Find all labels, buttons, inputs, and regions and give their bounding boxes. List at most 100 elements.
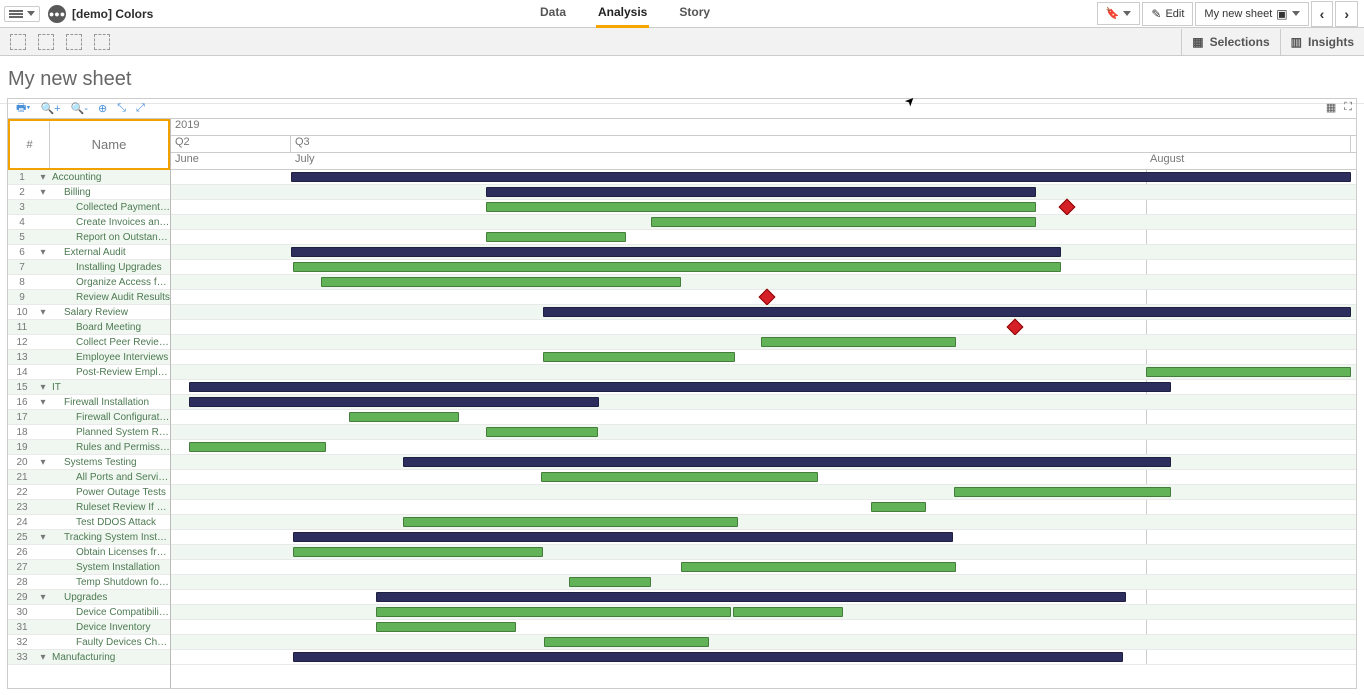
task-bar[interactable]: [651, 217, 1036, 227]
expand-icon[interactable]: ⤡: [117, 102, 126, 115]
task-bar[interactable]: [293, 262, 1061, 272]
task-bar[interactable]: [189, 442, 326, 452]
print-icon[interactable]: 🖶▾: [16, 99, 30, 118]
expand-toggle[interactable]: ▾: [36, 307, 50, 318]
tab-analysis[interactable]: Analysis: [596, 0, 649, 28]
task-row[interactable]: 3Collected Payments Review: [8, 200, 170, 215]
summary-bar[interactable]: [291, 172, 1351, 182]
task-row[interactable]: 2▾Billing: [8, 185, 170, 200]
task-row[interactable]: 15▾IT: [8, 380, 170, 395]
task-row[interactable]: 27System Installation: [8, 560, 170, 575]
clear-sel-icon[interactable]: [94, 34, 110, 50]
task-row[interactable]: 23Ruleset Review If Needed: [8, 500, 170, 515]
summary-bar[interactable]: [293, 652, 1123, 662]
task-bar[interactable]: [293, 547, 543, 557]
task-bar[interactable]: [486, 427, 598, 437]
expand-toggle[interactable]: ▾: [36, 247, 50, 258]
tab-story[interactable]: Story: [677, 0, 712, 28]
task-bar[interactable]: [733, 607, 843, 617]
zoom-in-icon[interactable]: 🔍+: [40, 102, 60, 115]
task-row[interactable]: 22Power Outage Tests: [8, 485, 170, 500]
task-bar[interactable]: [954, 487, 1171, 497]
summary-bar[interactable]: [293, 532, 953, 542]
milestone-diamond[interactable]: [1059, 199, 1076, 216]
task-row[interactable]: 24Test DDOS Attack: [8, 515, 170, 530]
task-bar[interactable]: [1146, 367, 1351, 377]
fullscreen-icon[interactable]: [1344, 101, 1352, 114]
task-row[interactable]: 10▾Salary Review: [8, 305, 170, 320]
expand-toggle[interactable]: ▾: [36, 187, 50, 198]
task-row[interactable]: 12Collect Peer Review Data: [8, 335, 170, 350]
task-bar[interactable]: [486, 202, 1036, 212]
summary-bar[interactable]: [486, 187, 1036, 197]
task-row[interactable]: 30Device Compatibility Review: [8, 605, 170, 620]
expand-toggle[interactable]: ▾: [36, 397, 50, 408]
expand-toggle[interactable]: ▾: [36, 592, 50, 603]
task-row[interactable]: 31Device Inventory: [8, 620, 170, 635]
summary-bar[interactable]: [291, 247, 1061, 257]
step-back-icon[interactable]: [38, 34, 54, 50]
milestone-diamond[interactable]: [1007, 319, 1024, 336]
task-bar[interactable]: [569, 577, 651, 587]
summary-bar[interactable]: [189, 382, 1171, 392]
expand-toggle[interactable]: ▾: [36, 382, 50, 393]
task-row[interactable]: 8Organize Access for External Auditors: [8, 275, 170, 290]
summary-bar[interactable]: [543, 307, 1351, 317]
menu-button[interactable]: [4, 6, 40, 22]
task-bar[interactable]: [349, 412, 459, 422]
task-row[interactable]: 32Faulty Devices Check: [8, 635, 170, 650]
task-row[interactable]: 13Employee Interviews: [8, 350, 170, 365]
task-bar[interactable]: [541, 472, 818, 482]
summary-bar[interactable]: [189, 397, 599, 407]
task-row[interactable]: 21All Ports and Services Test: [8, 470, 170, 485]
expand-toggle[interactable]: ▾: [36, 652, 50, 663]
task-bar[interactable]: [321, 277, 681, 287]
expand-toggle[interactable]: ▾: [36, 532, 50, 543]
next-sheet-button[interactable]: [1335, 1, 1358, 27]
task-row[interactable]: 29▾Upgrades: [8, 590, 170, 605]
task-bar[interactable]: [681, 562, 956, 572]
task-row[interactable]: 16▾Firewall Installation: [8, 395, 170, 410]
edit-button[interactable]: Edit: [1142, 2, 1193, 26]
task-bar[interactable]: [376, 607, 731, 617]
task-bar[interactable]: [376, 622, 516, 632]
task-row[interactable]: 6▾External Audit: [8, 245, 170, 260]
bookmark-button[interactable]: [1097, 2, 1141, 25]
task-row[interactable]: 19Rules and Permissions Audit: [8, 440, 170, 455]
task-row[interactable]: 33▾Manufacturing: [8, 650, 170, 665]
tab-data[interactable]: Data: [538, 0, 568, 28]
task-row[interactable]: 26Obtain Licenses from the Vendor: [8, 545, 170, 560]
task-row[interactable]: 11Board Meeting: [8, 320, 170, 335]
task-row[interactable]: 25▾Tracking System Installation: [8, 530, 170, 545]
summary-bar[interactable]: [376, 592, 1126, 602]
smart-search-icon[interactable]: [10, 34, 26, 50]
collapse-icon[interactable]: ⤢: [136, 102, 145, 115]
task-row[interactable]: 20▾Systems Testing: [8, 455, 170, 470]
insights-button[interactable]: ▥Insights: [1280, 29, 1364, 55]
task-bar[interactable]: [871, 502, 926, 512]
zoom-out-icon[interactable]: 🔍-: [71, 102, 88, 115]
expand-toggle[interactable]: ▾: [36, 457, 50, 468]
task-row[interactable]: 4Create Invoices and Send Invoices: [8, 215, 170, 230]
task-row[interactable]: 14Post-Review Employee Interviews: [8, 365, 170, 380]
snapshot-icon[interactable]: [1326, 101, 1336, 114]
task-row[interactable]: 18Planned System Restart: [8, 425, 170, 440]
task-bar[interactable]: [403, 517, 738, 527]
task-row[interactable]: 28Temp Shutdown for IT Audit: [8, 575, 170, 590]
selections-button[interactable]: ▦Selections: [1181, 29, 1279, 55]
step-fwd-icon[interactable]: [66, 34, 82, 50]
task-row[interactable]: 9Review Audit Results: [8, 290, 170, 305]
summary-bar[interactable]: [403, 457, 1171, 467]
task-bar[interactable]: [543, 352, 735, 362]
task-row[interactable]: 1▾Accounting: [8, 170, 170, 185]
task-bar[interactable]: [761, 337, 956, 347]
task-row[interactable]: 5Report on Outstanding Collections: [8, 230, 170, 245]
prev-sheet-button[interactable]: [1311, 1, 1334, 27]
task-row[interactable]: 17Firewall Configuration: [8, 410, 170, 425]
milestone-diamond[interactable]: [759, 289, 776, 306]
sheet-dropdown[interactable]: My new sheet: [1195, 2, 1308, 26]
expand-toggle[interactable]: ▾: [36, 172, 50, 183]
task-bar[interactable]: [544, 637, 709, 647]
zoom-fit-icon[interactable]: ⊕: [98, 102, 107, 115]
task-row[interactable]: 7Installing Upgrades: [8, 260, 170, 275]
